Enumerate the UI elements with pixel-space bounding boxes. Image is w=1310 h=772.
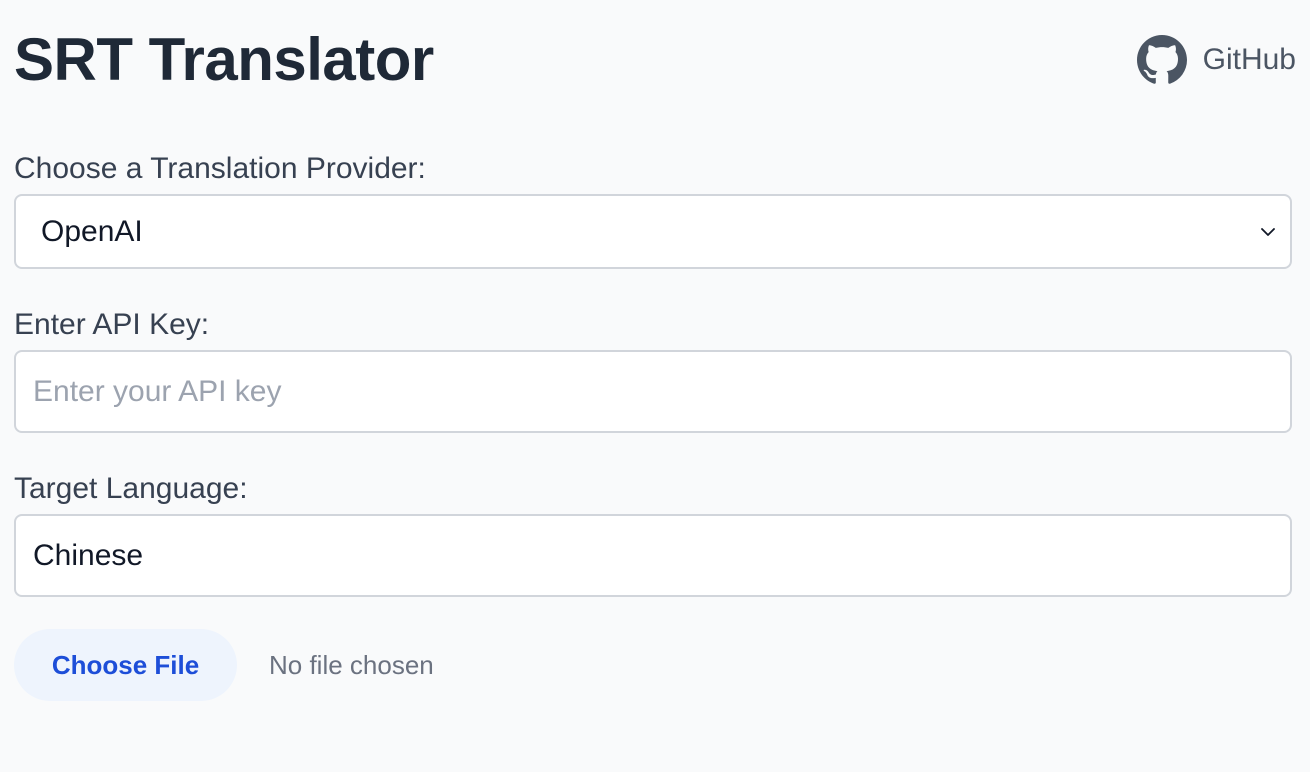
github-icon	[1136, 35, 1187, 84]
chevron-down-icon	[1261, 227, 1275, 236]
language-section: Target Language:	[14, 474, 1296, 597]
api-key-label: Enter API Key:	[14, 308, 210, 341]
github-label: GitHub	[1202, 43, 1296, 76]
target-language-label: Target Language:	[14, 472, 248, 505]
api-key-section: Enter API Key:	[14, 310, 1296, 433]
page-title: SRT Translator	[14, 26, 434, 93]
github-link[interactable]: GitHub	[1136, 35, 1296, 85]
app-page: SRT Translator GitHub Choose a Translati…	[0, 0, 1310, 772]
header: SRT Translator GitHub	[14, 0, 1296, 122]
file-picker: Choose File No file chosen	[14, 629, 1296, 701]
api-key-input[interactable]	[14, 350, 1292, 433]
provider-section: Choose a Translation Provider: OpenAI	[14, 154, 1296, 269]
provider-label: Choose a Translation Provider:	[14, 152, 426, 185]
provider-select[interactable]: OpenAI	[14, 194, 1292, 269]
target-language-input[interactable]	[14, 514, 1292, 597]
file-status: No file chosen	[269, 649, 434, 680]
choose-file-button[interactable]: Choose File	[14, 629, 237, 701]
provider-selected-value: OpenAI	[41, 214, 143, 248]
